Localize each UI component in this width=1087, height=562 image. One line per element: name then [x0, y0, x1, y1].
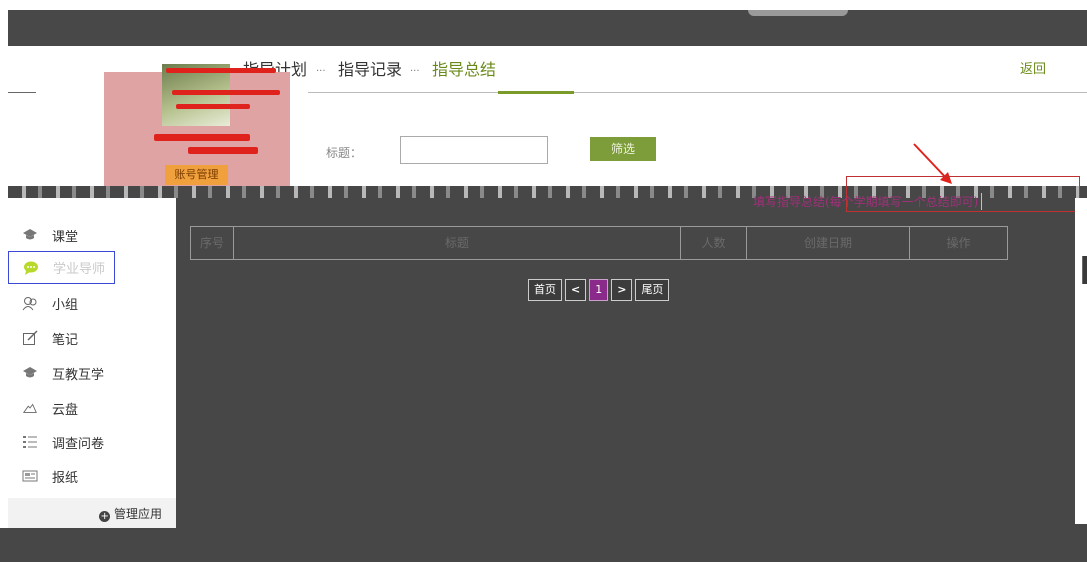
sidebar-item-label: 报纸 [52, 470, 79, 486]
column-header-count: 人数 [681, 227, 747, 259]
modal-overlay-bottom [0, 528, 1087, 562]
sidebar-item-label: 云盘 [52, 402, 79, 418]
filter-button[interactable]: 筛选 [590, 137, 656, 161]
right-side-handle[interactable] [1082, 256, 1087, 284]
manage-apps-button[interactable]: + 管理应用 [99, 505, 162, 522]
sidebar-item-label: 学业导师 [53, 262, 106, 277]
avatar[interactable] [162, 64, 230, 126]
column-header-actions: 操作 [946, 236, 971, 250]
column-header-title: 标题 [234, 227, 681, 259]
sidebar-item-label: 笔记 [52, 332, 79, 348]
title-filter-input[interactable] [400, 136, 548, 164]
column-header-created-date: 创建日期 [747, 227, 910, 259]
newspaper-icon [22, 468, 38, 484]
sidebar-item-newspaper[interactable]: 报纸 [8, 459, 176, 493]
next-page-button[interactable]: > [611, 279, 633, 301]
redaction-mark [166, 68, 276, 73]
tab-separator: ··· [316, 66, 326, 77]
sidebar-item-label: 小组 [52, 297, 79, 313]
note-edit-icon [22, 330, 38, 346]
back-link[interactable]: 返回 [1020, 58, 1046, 77]
manage-apps-row: + 管理应用 [8, 498, 176, 528]
redaction-mark [154, 134, 250, 141]
column-header-index: 序号 [191, 227, 234, 259]
sidebar-item-group[interactable]: 小组 [8, 286, 176, 320]
cloud-icon [22, 400, 38, 416]
sidebar-item-label: 调查问卷 [52, 436, 105, 452]
redaction-mark [188, 147, 258, 154]
sidebar-item-survey[interactable]: 调查问卷 [8, 425, 176, 459]
write-summary-tip[interactable]: 填写指导总结(每个学期填写一个总结即可) [753, 193, 983, 210]
tab-guidance-record[interactable]: 指导记录 [338, 56, 402, 80]
top-bar-decoration [748, 10, 848, 16]
table-header: 序号 标题 人数 创建日期 操作 [190, 226, 1008, 260]
tab-guidance-summary[interactable]: 指导总结 [432, 56, 496, 80]
pagination: 首页 < 1 > 尾页 [528, 279, 670, 301]
redaction-mark [172, 90, 280, 95]
tab-separator: ··· [410, 66, 420, 77]
title-filter-label: 标题： [326, 146, 363, 160]
plus-circle-icon: + [99, 511, 111, 522]
sidebar-item-cloud-drive[interactable]: 云盘 [8, 391, 176, 425]
header-divider-left [8, 92, 36, 93]
last-page-button[interactable]: 尾页 [635, 279, 670, 301]
current-page-button[interactable]: 1 [589, 279, 609, 301]
header-divider [308, 92, 1087, 93]
graduation-cap-icon [22, 227, 38, 243]
list-icon [22, 434, 38, 450]
manage-apps-label: 管理应用 [113, 507, 162, 521]
chat-bubble-icon [23, 260, 39, 276]
first-page-button[interactable]: 首页 [528, 279, 562, 301]
sidebar-item-classroom[interactable]: 课堂 [8, 218, 176, 252]
sidebar-item-academic-mentor[interactable]: 学业导师 [8, 251, 115, 284]
sidebar-item-notes[interactable]: 笔记 [8, 321, 176, 355]
sidebar-item-label: 互教互学 [52, 367, 105, 383]
graduation-cap-icon [22, 365, 38, 381]
account-management-button[interactable]: 账号管理 [165, 165, 228, 185]
top-bar [8, 10, 1087, 46]
previous-page-button[interactable]: < [565, 279, 587, 301]
right-side-panel [1075, 198, 1087, 524]
group-icon [22, 295, 38, 311]
active-tab-indicator [498, 91, 574, 94]
sidebar-item-label: 课堂 [52, 229, 79, 245]
redaction-mark [176, 104, 250, 109]
sidebar-item-peer-teaching[interactable]: 互教互学 [8, 356, 176, 390]
